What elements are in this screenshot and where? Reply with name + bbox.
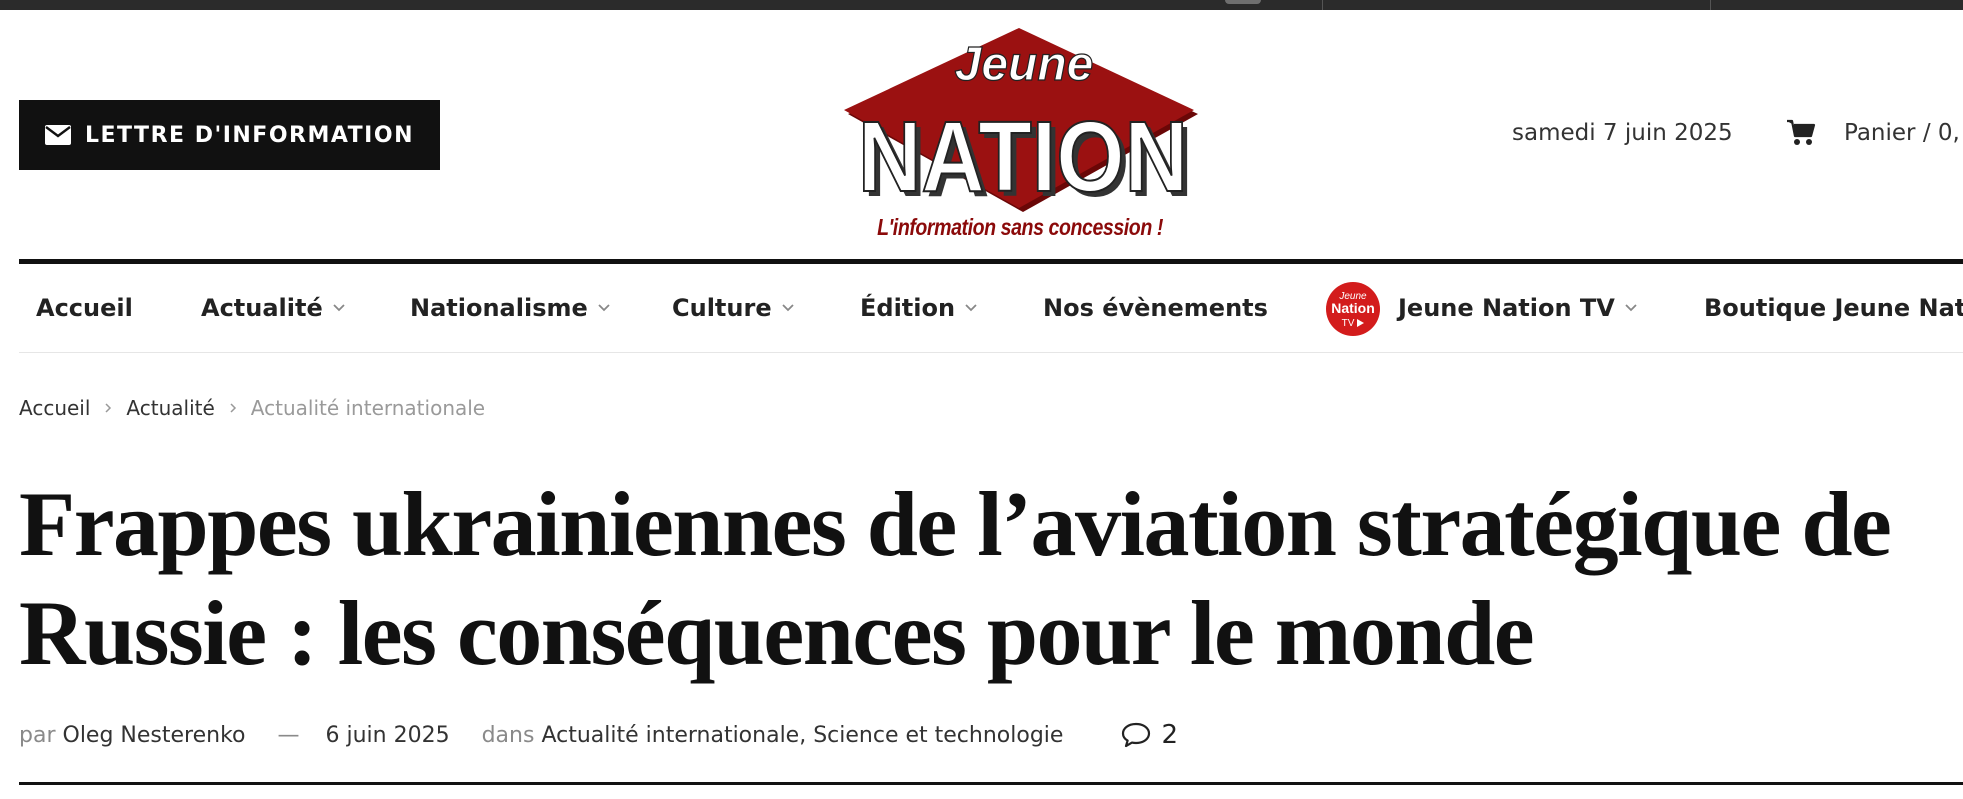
nav-label: Culture bbox=[672, 294, 772, 322]
tv-badge-line2: Nation bbox=[1331, 300, 1375, 316]
author-link[interactable]: Oleg Nesterenko bbox=[63, 723, 246, 748]
comment-icon[interactable] bbox=[1121, 721, 1151, 749]
article-title: Frappes ukrainiennes de l’aviation strat… bbox=[19, 470, 1963, 688]
breadcrumb-item-current: Actualité internationale bbox=[250, 396, 486, 420]
nav-label: Boutique Jeune Nati bbox=[1704, 294, 1963, 322]
breadcrumb: Accueil Actualité Actualité internationa… bbox=[19, 396, 485, 420]
browser-top-strip bbox=[0, 0, 1963, 10]
category-separator: , bbox=[799, 722, 807, 748]
cart-link[interactable]: Panier / 0, bbox=[1844, 120, 1960, 146]
top-strip-pill bbox=[1225, 0, 1261, 4]
envelope-icon bbox=[45, 125, 71, 145]
breadcrumb-item-accueil[interactable]: Accueil bbox=[19, 396, 90, 420]
logo-tagline: L'information sans concession ! bbox=[877, 214, 1163, 240]
chevron-down-icon bbox=[598, 304, 610, 312]
article-meta: par Oleg Nesterenko — 6 juin 2025 dans A… bbox=[19, 720, 1178, 750]
nav-item-nationalisme[interactable]: Nationalisme bbox=[410, 294, 611, 322]
nav-label: Accueil bbox=[36, 294, 133, 322]
article-title-line-1: Frappes ukrainiennes de l’aviation strat… bbox=[19, 473, 1892, 575]
article-date: 6 juin 2025 bbox=[325, 722, 450, 748]
chevron-down-icon bbox=[965, 304, 977, 312]
top-strip-divider bbox=[1322, 0, 1323, 10]
chevron-down-icon bbox=[781, 304, 794, 312]
nav-item-jeune-nation-tv[interactable]: Jeune Nation TV bbox=[1398, 294, 1638, 322]
nav-item-accueil[interactable]: Accueil bbox=[36, 294, 133, 322]
chevron-right-icon bbox=[105, 403, 112, 413]
article-header-bottom-rule bbox=[19, 782, 1963, 785]
main-nav: Accueil Actualité Nationalisme Culture É… bbox=[0, 264, 1963, 352]
nav-label: Actualité bbox=[201, 294, 323, 322]
meta-separator: — bbox=[277, 722, 300, 748]
nav-bottom-rule bbox=[19, 352, 1963, 353]
jeune-nation-tv-icon: Jeune Nation TV bbox=[1326, 282, 1380, 336]
category-link-international[interactable]: Actualité internationale bbox=[541, 723, 799, 748]
comment-count[interactable]: 2 bbox=[1161, 720, 1178, 750]
logo-main-text: NATION bbox=[858, 101, 1188, 213]
nav-label: Nationalisme bbox=[410, 294, 588, 322]
breadcrumb-item-actualite[interactable]: Actualité bbox=[126, 396, 214, 420]
nav-label: Nos évènements bbox=[1043, 294, 1268, 322]
category-prefix: dans bbox=[481, 722, 535, 748]
category-link-science[interactable]: Science et technologie bbox=[813, 723, 1063, 748]
chevron-down-icon bbox=[1625, 304, 1637, 312]
nav-label: Édition bbox=[860, 294, 956, 322]
author-prefix: par bbox=[19, 722, 56, 748]
chevron-down-icon bbox=[333, 304, 345, 312]
nav-item-boutique[interactable]: Boutique Jeune Nati bbox=[1704, 294, 1963, 322]
tv-badge-line3: TV bbox=[1342, 318, 1355, 329]
tv-badge-graphic: Jeune Nation TV bbox=[1327, 283, 1379, 335]
nav-label: Jeune Nation TV bbox=[1398, 294, 1615, 322]
header-date: samedi 7 juin 2025 bbox=[1512, 120, 1733, 146]
nav-item-actualite[interactable]: Actualité bbox=[201, 294, 346, 322]
logo-top-text: Jeune bbox=[955, 38, 1094, 91]
nav-item-evenements[interactable]: Nos évènements bbox=[1043, 294, 1268, 322]
chevron-right-icon bbox=[230, 403, 236, 413]
nav-item-culture[interactable]: Culture bbox=[672, 294, 795, 322]
cart-icon[interactable] bbox=[1786, 118, 1816, 146]
newsletter-button[interactable]: LETTRE D'INFORMATION bbox=[19, 100, 440, 170]
nav-item-edition[interactable]: Édition bbox=[860, 294, 978, 322]
top-strip-divider bbox=[1710, 0, 1711, 10]
newsletter-label: LETTRE D'INFORMATION bbox=[85, 122, 414, 148]
article-title-line-2: Russie : les conséquences pour le monde bbox=[19, 582, 1535, 684]
